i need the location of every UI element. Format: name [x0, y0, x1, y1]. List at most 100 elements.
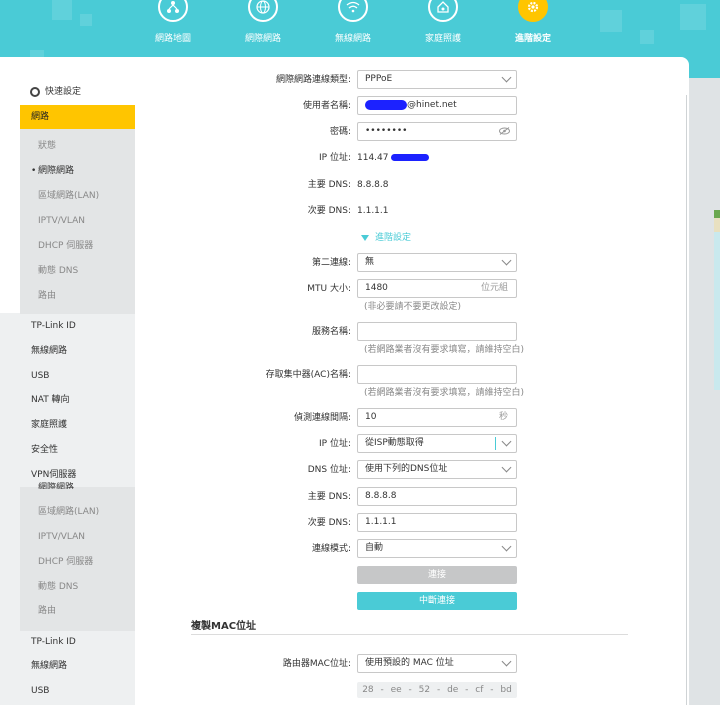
username-row: 使用者名稱: @hinet.net	[135, 96, 689, 116]
ip-mode-row: IP 位址: 從ISP動態取得	[135, 434, 689, 454]
sidebar-sub-iptv[interactable]: IPTV/VLAN	[38, 525, 85, 549]
conn-type-label: 網際網路連線類型:	[275, 75, 351, 85]
sidebar-item-wireless[interactable]: 無線網路	[20, 339, 135, 363]
mtu-row: MTU 大小: 1480 位元組	[135, 279, 689, 299]
sidebar-item-label: 網路	[31, 112, 50, 122]
second-conn-select[interactable]: 無	[357, 253, 517, 272]
conn-mode-label: 連線模式:	[311, 544, 351, 554]
nav-label: 進階設定	[514, 34, 551, 44]
dns-mode-label: DNS 位址:	[307, 465, 351, 475]
gear-icon	[518, 0, 548, 22]
nav-network-map[interactable]: 網路地圖	[128, 0, 218, 44]
connect-button[interactable]: 連接	[357, 566, 517, 584]
sidebar-item-wireless[interactable]: 無線網路	[20, 654, 135, 678]
password-input[interactable]: ••••••••	[357, 122, 517, 141]
ip-mode-select[interactable]: 從ISP動態取得	[357, 434, 517, 453]
sidebar-item-network[interactable]: 網路	[20, 105, 135, 129]
sidebar-sub-lan[interactable]: 區域網路(LAN)	[38, 184, 99, 208]
sidebar-sub-internet-partial[interactable]: 網際網路	[38, 481, 74, 489]
sidebar-item-usb[interactable]: USB	[20, 679, 135, 703]
sidebar-sub-dhcp[interactable]: DHCP 伺服器	[38, 234, 93, 258]
primary-dns-input[interactable]: 8.8.8.8	[357, 487, 517, 506]
router-mac-select[interactable]: 使用預設的 MAC 位址	[357, 654, 517, 673]
home-care-icon	[428, 0, 458, 22]
select-value: PPPoE	[365, 74, 393, 84]
sidebar-sub-ddns[interactable]: 動態 DNS	[38, 259, 78, 283]
sidebar-item-label: 快速設定	[45, 87, 82, 97]
scrollbar[interactable]	[686, 95, 687, 705]
username-input[interactable]: @hinet.net	[357, 96, 517, 115]
eye-hidden-icon[interactable]	[499, 127, 510, 135]
select-value: 使用下列的DNS位址	[365, 464, 448, 474]
ip-label: IP 位址:	[319, 153, 351, 163]
gear-icon	[30, 86, 40, 97]
advanced-label: 進階設定	[375, 233, 412, 243]
sidebar-sub-routing[interactable]: 路由	[38, 599, 56, 623]
sidebar-quick-setup[interactable]: 快速設定	[20, 80, 135, 104]
second-conn-label: 第二連線:	[311, 258, 351, 268]
ip-mode-label: IP 位址:	[319, 439, 351, 449]
settings-panel: 網際網路連線類型: PPPoE 使用者名稱: @hinet.net 密碼: ••…	[135, 57, 689, 705]
sidebar-item-tplink-id[interactable]: TP-Link ID	[20, 630, 135, 654]
nav-internet[interactable]: 網際網路	[218, 0, 308, 44]
conn-type-select[interactable]: PPPoE	[357, 70, 517, 89]
primary-dns-label: 主要 DNS:	[307, 492, 351, 502]
sidebar-sub-routing[interactable]: 路由	[38, 284, 56, 308]
sidebar-item-nat[interactable]: NAT 轉向	[20, 388, 135, 412]
nav-label: 網路地圖	[154, 34, 191, 44]
conn-mode-select[interactable]: 自動	[357, 539, 517, 558]
select-value: 使用預設的 MAC 位址	[365, 658, 454, 668]
mtu-input[interactable]: 1480 位元組	[357, 279, 517, 298]
sidebar-sub-lan[interactable]: 區域網路(LAN)	[38, 500, 99, 524]
dns-mode-select[interactable]: 使用下列的DNS位址	[357, 460, 517, 479]
dns1-value: 8.8.8.8	[357, 180, 389, 190]
sidebar-sub-dhcp[interactable]: DHCP 伺服器	[38, 550, 93, 574]
service-row: 服務名稱:	[135, 322, 689, 342]
dns2-value: 1.1.1.1	[357, 206, 389, 216]
conn-type-row: 網際網路連線類型: PPPoE	[135, 70, 689, 90]
nav-home-care[interactable]: 家庭照護	[398, 0, 488, 44]
ac-name-input[interactable]	[357, 365, 517, 384]
echo-value: 10	[365, 412, 377, 422]
select-divider	[495, 437, 496, 450]
echo-row: 偵測連線間隔: 10 秒	[135, 408, 689, 428]
password-label: 密碼:	[329, 127, 351, 137]
ac-hint: (若網路業者沒有要求填寫，請維持空白)	[364, 388, 525, 398]
mtu-label: MTU 大小:	[307, 284, 351, 294]
service-label: 服務名稱:	[311, 327, 351, 337]
mac-address-display: 28 - ee - 52 - de - cf - bd	[357, 682, 517, 698]
service-name-input[interactable]	[357, 322, 517, 341]
sidebar-item-tplink-id[interactable]: TP-Link ID	[20, 314, 135, 338]
network-map-icon	[158, 0, 188, 22]
chevron-down-icon	[501, 541, 512, 552]
chevron-down-icon	[501, 462, 512, 473]
secondary-dns-value: 1.1.1.1	[365, 517, 397, 527]
second-conn-row: 第二連線: 無	[135, 253, 689, 273]
select-value: 無	[365, 257, 375, 267]
dns1-label: 主要 DNS:	[307, 180, 351, 190]
secondary-dns-input[interactable]: 1.1.1.1	[357, 513, 517, 532]
sidebar-sub-ddns[interactable]: 動態 DNS	[38, 575, 78, 599]
globe-icon	[248, 0, 278, 22]
echo-interval-input[interactable]: 10 秒	[357, 408, 517, 427]
nav-advanced[interactable]: 進階設定	[488, 0, 578, 44]
sidebar-sub-internet[interactable]: 網際網路	[31, 159, 74, 183]
sidebar-sub-iptv[interactable]: IPTV/VLAN	[38, 209, 85, 233]
sidebar-item-home-care[interactable]: 家庭照護	[20, 413, 135, 437]
advanced-toggle[interactable]: 進階設定	[361, 231, 411, 245]
ip-value: 114.47	[357, 148, 430, 168]
nav-label: 家庭照護	[424, 34, 461, 44]
sidebar: 快速設定 網路 狀態 網際網路 區域網路(LAN) IPTV/VLAN DHCP…	[0, 57, 135, 705]
service-hint: (若網路業者沒有要求填寫，請維持空白)	[364, 345, 525, 355]
disconnect-button[interactable]: 中斷連接	[357, 592, 517, 610]
sidebar-sub-status[interactable]: 狀態	[38, 134, 56, 158]
redaction-mark	[365, 99, 407, 110]
dns2-label: 次要 DNS:	[307, 206, 351, 216]
sidebar-item-usb[interactable]: USB	[20, 364, 135, 388]
echo-label: 偵測連線間隔:	[293, 413, 351, 423]
redaction-mark	[391, 154, 430, 161]
password-value: ••••••••	[365, 126, 408, 136]
nav-wireless[interactable]: 無線網路	[308, 0, 398, 44]
sidebar-item-security[interactable]: 安全性	[20, 438, 135, 462]
mac-section-title: 複製MAC位址	[191, 621, 257, 632]
